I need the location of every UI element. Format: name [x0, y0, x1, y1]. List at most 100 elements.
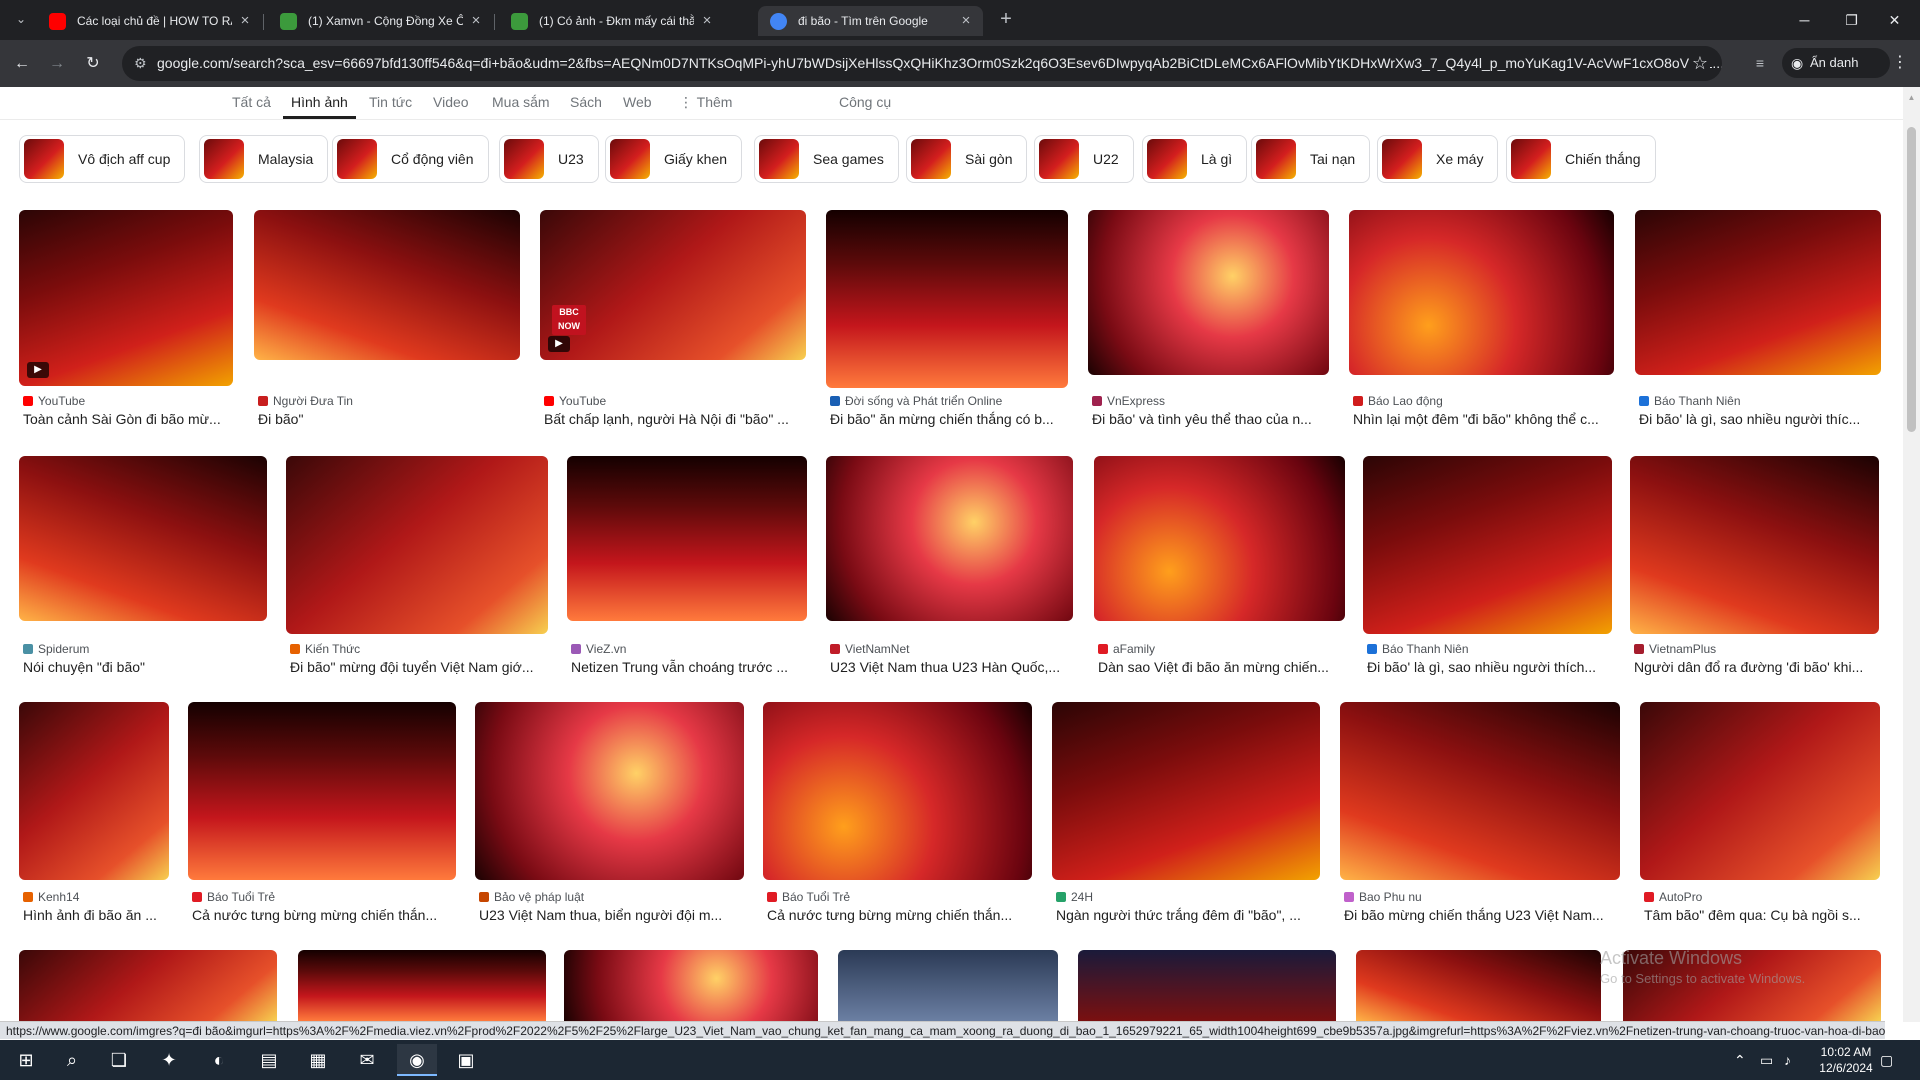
- tab-books[interactable]: Sách: [568, 91, 604, 119]
- result-thumbnail[interactable]: [1340, 702, 1620, 880]
- result-thumbnail[interactable]: [1078, 950, 1336, 1021]
- chip[interactable]: Sea games: [754, 135, 899, 183]
- reload-icon[interactable]: ↻: [80, 51, 106, 77]
- result-source[interactable]: YouTube: [23, 394, 85, 408]
- image-result[interactable]: [298, 950, 546, 1021]
- address-bar[interactable]: ⚙ google.com/search?sca_esv=66697bfd130f…: [122, 46, 1722, 81]
- file-explorer-icon[interactable]: ▤: [249, 1044, 289, 1076]
- close-window-icon[interactable]: ✕: [1866, 0, 1920, 40]
- result-source[interactable]: VieZ.vn: [571, 642, 626, 656]
- image-result[interactable]: Bao Phu nu Đi bão mừng chiến thắng U23 Vi…: [1340, 702, 1620, 927]
- scroll-up-icon[interactable]: ▲: [1907, 93, 1916, 102]
- tab-news[interactable]: Tin tức: [367, 91, 414, 119]
- result-caption[interactable]: Đi bão' và tình yêu thể thao của n...: [1092, 411, 1329, 427]
- result-caption[interactable]: Toàn cảnh Sài Gòn đi bão mừ...: [23, 411, 233, 427]
- chip[interactable]: Malaysia: [199, 135, 329, 183]
- result-thumbnail[interactable]: [1635, 210, 1881, 375]
- bookmark-star-icon[interactable]: ☆: [1690, 46, 1710, 81]
- result-thumbnail[interactable]: [564, 950, 818, 1021]
- result-source[interactable]: Báo Thanh Niên: [1367, 642, 1469, 656]
- tab-shopping[interactable]: Mua sắm: [490, 91, 552, 119]
- show-hidden-icons-icon[interactable]: ⌃: [1734, 1040, 1746, 1080]
- chip[interactable]: Tai nạn: [1251, 135, 1371, 183]
- image-result[interactable]: Báo Thanh Niên Đi bão' là gì, sao nhiều n…: [1635, 210, 1881, 431]
- image-result[interactable]: [1356, 950, 1601, 1021]
- result-caption[interactable]: Đi bão" mừng đội tuyển Việt Nam giớ...: [290, 659, 548, 675]
- back-arrow-icon[interactable]: ←: [9, 51, 35, 77]
- image-result[interactable]: Spiderum Nói chuyện "đi bão": [19, 456, 267, 679]
- edge-browser-icon[interactable]: ◐: [199, 1044, 239, 1076]
- result-thumbnail[interactable]: [763, 702, 1032, 880]
- image-result[interactable]: Báo Thanh Niên Đi bão' là gì, sao nhiều n…: [1363, 456, 1612, 679]
- result-thumbnail[interactable]: ▶: [19, 210, 233, 386]
- image-result[interactable]: VnExpress Đi bão' và tình yêu thể thao củ…: [1088, 210, 1329, 431]
- result-caption[interactable]: Cả nước tưng bừng mừng chiến thắn...: [767, 907, 1032, 923]
- image-result[interactable]: Kiến Thức Đi bão" mừng đội tuyển Việt Nam…: [286, 456, 548, 679]
- close-tab-icon[interactable]: ×: [698, 12, 716, 30]
- chip[interactable]: Là gì: [1142, 135, 1248, 183]
- search-icon[interactable]: ⌕: [52, 1044, 92, 1076]
- image-result[interactable]: Người Đưa Tin Đi bão": [254, 210, 520, 431]
- browser-menu-icon[interactable]: ⋮: [1892, 51, 1908, 75]
- windows-start-icon[interactable]: ⊞: [6, 1044, 46, 1076]
- result-caption[interactable]: Nói chuyện "đi bão": [23, 659, 267, 675]
- result-thumbnail[interactable]: [254, 210, 520, 360]
- browser-tab-2[interactable]: (1) Xamvn - Cộng Đồng Xe Ôm ×: [268, 6, 493, 36]
- volume-icon[interactable]: ♪: [1784, 1040, 1791, 1080]
- result-caption[interactable]: Cả nước tưng bừng mừng chiến thắn...: [192, 907, 456, 923]
- result-source[interactable]: Đời sống và Phát triển Online: [830, 394, 1002, 408]
- result-source[interactable]: 24H: [1056, 890, 1093, 904]
- result-caption[interactable]: Đi bão' là gì, sao nhiều người thíc...: [1639, 411, 1881, 427]
- tab-all[interactable]: Tất cả: [230, 91, 273, 119]
- chrome-icon[interactable]: ◉: [397, 1044, 437, 1076]
- result-caption[interactable]: Ngàn người thức trắng đêm đi "bão", ...: [1056, 907, 1320, 923]
- chip[interactable]: Cổ động viên: [332, 135, 489, 183]
- system-clock[interactable]: 10:02 AM 12/6/2024: [1818, 1044, 1874, 1076]
- result-thumbnail[interactable]: [19, 456, 267, 621]
- copilot-icon[interactable]: ✦: [149, 1044, 189, 1076]
- result-caption[interactable]: Đi bão": [258, 411, 520, 427]
- result-thumbnail[interactable]: [567, 456, 807, 621]
- result-thumbnail[interactable]: [286, 456, 548, 634]
- image-result[interactable]: [564, 950, 818, 1021]
- forward-arrow-icon[interactable]: →: [44, 51, 70, 77]
- notifications-icon[interactable]: ▢: [1880, 1040, 1893, 1080]
- result-source[interactable]: Người Đưa Tin: [258, 394, 353, 408]
- result-thumbnail[interactable]: [826, 456, 1073, 621]
- remote-desktop-icon[interactable]: ▣: [446, 1044, 486, 1076]
- tab-search-icon[interactable]: ⌄: [12, 10, 30, 28]
- network-icon[interactable]: ▭: [1760, 1040, 1773, 1080]
- result-caption[interactable]: Hình ảnh đi bão ăn ...: [23, 907, 169, 923]
- image-result[interactable]: VietnamPlus Người dân đổ ra đường 'đi bão…: [1630, 456, 1879, 679]
- result-thumbnail[interactable]: [1052, 702, 1320, 880]
- browser-tab-active[interactable]: đi bão - Tìm trên Google ×: [758, 6, 983, 36]
- result-source[interactable]: Báo Thanh Niên: [1639, 394, 1741, 408]
- result-caption[interactable]: Người dân đổ ra đường 'đi bão' khi...: [1634, 659, 1879, 675]
- result-source[interactable]: Kiến Thức: [290, 642, 360, 656]
- result-source[interactable]: Kenh14: [23, 890, 79, 904]
- result-source[interactable]: VietNamNet: [830, 642, 909, 656]
- chip[interactable]: Chiến thắng: [1506, 135, 1656, 183]
- chip[interactable]: Xe máy: [1377, 135, 1499, 183]
- result-source[interactable]: VnExpress: [1092, 394, 1165, 408]
- image-result[interactable]: VietNamNet U23 Việt Nam thua U23 Hàn Quốc…: [826, 456, 1073, 679]
- image-result[interactable]: Báo Tuổi Trẻ Cả nước tưng bừng mừng chiến…: [763, 702, 1032, 927]
- result-source[interactable]: Báo Tuổi Trẻ: [767, 890, 850, 904]
- task-view-icon[interactable]: ❏: [99, 1044, 139, 1076]
- image-result[interactable]: aFamily Dàn sao Việt đi bão ăn mừng chiến…: [1094, 456, 1345, 679]
- result-thumbnail[interactable]: [475, 702, 744, 880]
- image-result[interactable]: [19, 950, 277, 1021]
- result-caption[interactable]: Đi bão' là gì, sao nhiều người thích...: [1367, 659, 1612, 675]
- image-result[interactable]: ▶ BBC NOW YouTube Bất chấp lạnh, người Hà N…: [540, 210, 806, 431]
- browser-tab-3[interactable]: (1) Có ảnh - Đkm mấy cái thằng ×: [499, 6, 724, 36]
- result-thumbnail[interactable]: [1363, 456, 1612, 634]
- result-caption[interactable]: Dàn sao Việt đi bão ăn mừng chiến...: [1098, 659, 1345, 675]
- tab-more[interactable]: ⋮ Thêm: [677, 91, 734, 119]
- result-thumbnail[interactable]: [1088, 210, 1329, 375]
- result-source[interactable]: Báo Tuổi Trẻ: [192, 890, 275, 904]
- image-result[interactable]: [838, 950, 1058, 1021]
- image-result[interactable]: Báo Tuổi Trẻ Cả nước tưng bừng mừng chiến…: [188, 702, 456, 927]
- result-thumbnail[interactable]: [1349, 210, 1614, 375]
- close-tab-icon[interactable]: ×: [957, 12, 975, 30]
- result-thumbnail[interactable]: [188, 702, 456, 880]
